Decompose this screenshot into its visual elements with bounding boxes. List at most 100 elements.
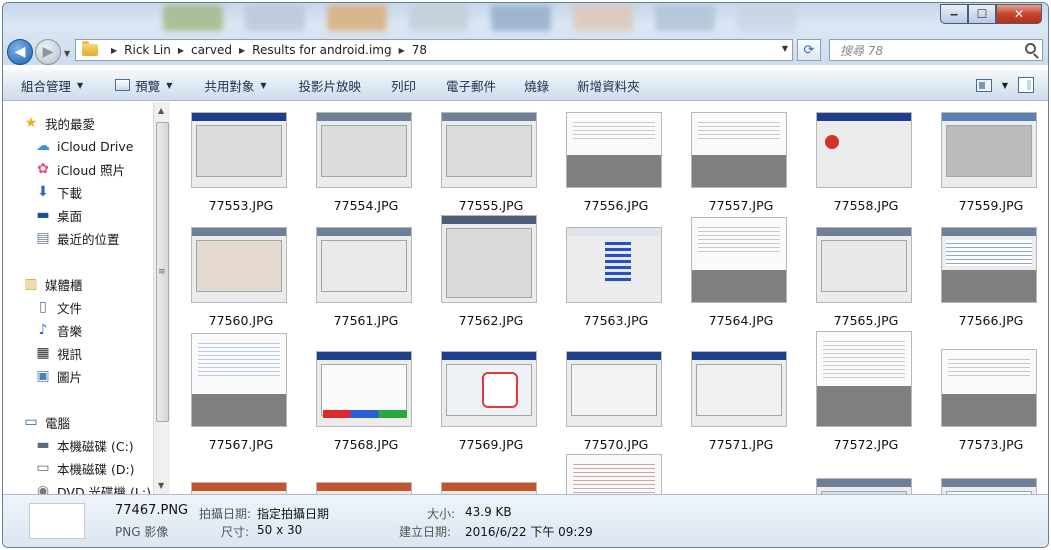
- thumbnail: [691, 351, 787, 427]
- address-dropdown-icon[interactable]: ▼: [782, 44, 788, 53]
- breadcrumb-chevron-icon[interactable]: ▶: [239, 46, 245, 55]
- chevron-down-icon: ▼: [166, 80, 173, 90]
- picture-icon: ▣: [36, 368, 50, 384]
- slideshow-button[interactable]: 投影片放映: [279, 70, 374, 100]
- thumbnail: [441, 482, 537, 494]
- forward-button[interactable]: ▶: [35, 39, 61, 65]
- file-name: 77557.JPG: [708, 198, 774, 213]
- thumbnail: [441, 112, 537, 188]
- chevron-down-icon: ▼: [260, 80, 267, 90]
- breadcrumb-item[interactable]: 78: [412, 43, 427, 57]
- breadcrumb-item[interactable]: carved: [191, 43, 232, 57]
- breadcrumb-chevron-icon[interactable]: ▶: [178, 46, 184, 55]
- email-button[interactable]: 電子郵件: [428, 70, 508, 100]
- file-list: 77553.JPG 77554.JPG 77555.JPG 77556.JPG …: [171, 102, 1048, 494]
- explorer-window: ‒ ☐ ✕ ◀ ▶ ▼ ▶ Rick Lin ▶ carved ▶ Result…: [2, 2, 1049, 548]
- nav-libraries[interactable]: ▥ 媒體櫃: [23, 273, 83, 295]
- nav-label: 下載: [57, 185, 83, 201]
- organize-button[interactable]: 組合管理 ▼: [3, 70, 95, 100]
- refresh-button[interactable]: ⟳: [797, 39, 821, 61]
- nav-drive-c[interactable]: ▬ 本機磁碟 (C:): [35, 434, 133, 456]
- file-name: 77570.JPG: [583, 437, 649, 452]
- thumbnail: [566, 454, 662, 494]
- file-name: 77569.JPG: [458, 437, 524, 452]
- nav-downloads[interactable]: ⬇ 下載: [35, 181, 82, 203]
- nav-label: 媒體櫃: [45, 277, 83, 293]
- file-preview-thumbnail: [29, 503, 85, 539]
- file-name: 77554.JPG: [333, 198, 399, 213]
- video-icon: ▦: [36, 345, 50, 361]
- print-button[interactable]: 列印: [373, 70, 428, 100]
- close-button[interactable]: ✕: [996, 4, 1042, 24]
- navigation-scrollbar[interactable]: ▲ ≡ ▼: [153, 102, 170, 494]
- nav-videos[interactable]: ▦ 視訊: [35, 342, 82, 364]
- thumbnail: [566, 351, 662, 427]
- file-name: 77563.JPG: [583, 313, 649, 328]
- address-bar[interactable]: ▶ Rick Lin ▶ carved ▶ Results for androi…: [75, 39, 793, 61]
- nav-documents[interactable]: ▯ 文件: [35, 296, 82, 318]
- minimize-button[interactable]: ‒: [940, 4, 968, 24]
- thumbnail: [941, 478, 1037, 494]
- thumbnail: [941, 112, 1037, 188]
- nav-label: 電腦: [45, 415, 71, 431]
- share-button[interactable]: 共用對象 ▼: [184, 70, 278, 100]
- file-name: 77561.JPG: [333, 313, 399, 328]
- preview-button[interactable]: 預覽 ▼: [95, 70, 184, 100]
- file-name: 77556.JPG: [583, 198, 649, 213]
- thumbnail: [316, 482, 412, 494]
- nav-music[interactable]: ♪ 音樂: [35, 319, 82, 341]
- refresh-icon: ⟳: [803, 42, 815, 58]
- back-button[interactable]: ◀: [7, 39, 33, 65]
- file-name: 77565.JPG: [833, 313, 899, 328]
- cloud-icon: ☁: [36, 138, 50, 154]
- view-dropdown-icon[interactable]: ▼: [1002, 81, 1008, 90]
- detail-date-taken-value[interactable]: 指定拍攝日期: [257, 505, 329, 522]
- new-folder-button[interactable]: 新增資料夾: [561, 70, 652, 100]
- breadcrumb-chevron-icon[interactable]: ▶: [111, 46, 117, 55]
- search-placeholder: 搜尋 78: [840, 43, 884, 58]
- breadcrumb-item[interactable]: Results for android.img: [252, 43, 391, 57]
- nav-desktop[interactable]: ▬ 桌面: [35, 204, 82, 226]
- document-icon: ▯: [39, 299, 47, 315]
- organize-label: 組合管理: [21, 78, 72, 94]
- nav-favorites[interactable]: ★ 我的最愛: [23, 112, 95, 134]
- chevron-down-icon: ▼: [77, 80, 84, 90]
- nav-icloud-photos[interactable]: ✿ iCloud 照片: [35, 158, 125, 180]
- recent-pages-dropdown[interactable]: ▼: [64, 49, 70, 58]
- scroll-down-icon[interactable]: ▼: [158, 481, 164, 490]
- thumbnail: [191, 482, 287, 494]
- search-icon[interactable]: [1025, 43, 1036, 54]
- maximize-button[interactable]: ☐: [968, 4, 996, 24]
- nav-icloud-drive[interactable]: ☁ iCloud Drive: [35, 135, 133, 157]
- change-view-icon[interactable]: [975, 78, 992, 92]
- file-name: 77571.JPG: [708, 437, 774, 452]
- recent-places-icon: ▤: [36, 230, 50, 246]
- thumbnail: [816, 478, 912, 494]
- thumbnail: [941, 227, 1037, 303]
- nav-pictures[interactable]: ▣ 圖片: [35, 365, 82, 387]
- burn-button[interactable]: 燒錄: [508, 70, 561, 100]
- breadcrumb-chevron-icon[interactable]: ▶: [399, 46, 405, 55]
- breadcrumb: ▶ Rick Lin ▶ carved ▶ Results for androi…: [104, 43, 427, 57]
- nav-drive-d[interactable]: ▭ 本機磁碟 (D:): [35, 457, 134, 479]
- file-name: 77558.JPG: [833, 198, 899, 213]
- breadcrumb-item[interactable]: Rick Lin: [124, 43, 171, 57]
- thumbnail: [191, 227, 287, 303]
- desktop-icon: ▬: [36, 207, 50, 223]
- thumbnail: [316, 227, 412, 303]
- thumbnail: [441, 351, 537, 427]
- thumbnail: [816, 331, 912, 427]
- nav-recent[interactable]: ▤ 最近的位置: [35, 227, 119, 249]
- detail-dimensions-value: 50 x 30: [257, 523, 303, 537]
- nav-computer[interactable]: ▭ 電腦: [23, 411, 70, 433]
- preview-pane-icon[interactable]: [1018, 77, 1034, 93]
- thumbnail: [441, 215, 537, 303]
- command-bar: 組合管理 ▼ 預覽 ▼ 共用對象 ▼ 投影片放映 列印 電子郵件 燒錄 新增資料夾 ▼: [3, 69, 1048, 101]
- thumbnail: [191, 333, 287, 427]
- search-input[interactable]: 搜尋 78: [829, 39, 1043, 61]
- nav-dvd[interactable]: ◉ DVD 光碟機 (L:): [35, 480, 151, 494]
- scroll-up-icon[interactable]: ▲: [158, 106, 164, 115]
- nav-label: iCloud 照片: [57, 162, 126, 178]
- file-name: 77573.JPG: [958, 437, 1024, 452]
- detail-size-label: 大小:: [427, 507, 456, 521]
